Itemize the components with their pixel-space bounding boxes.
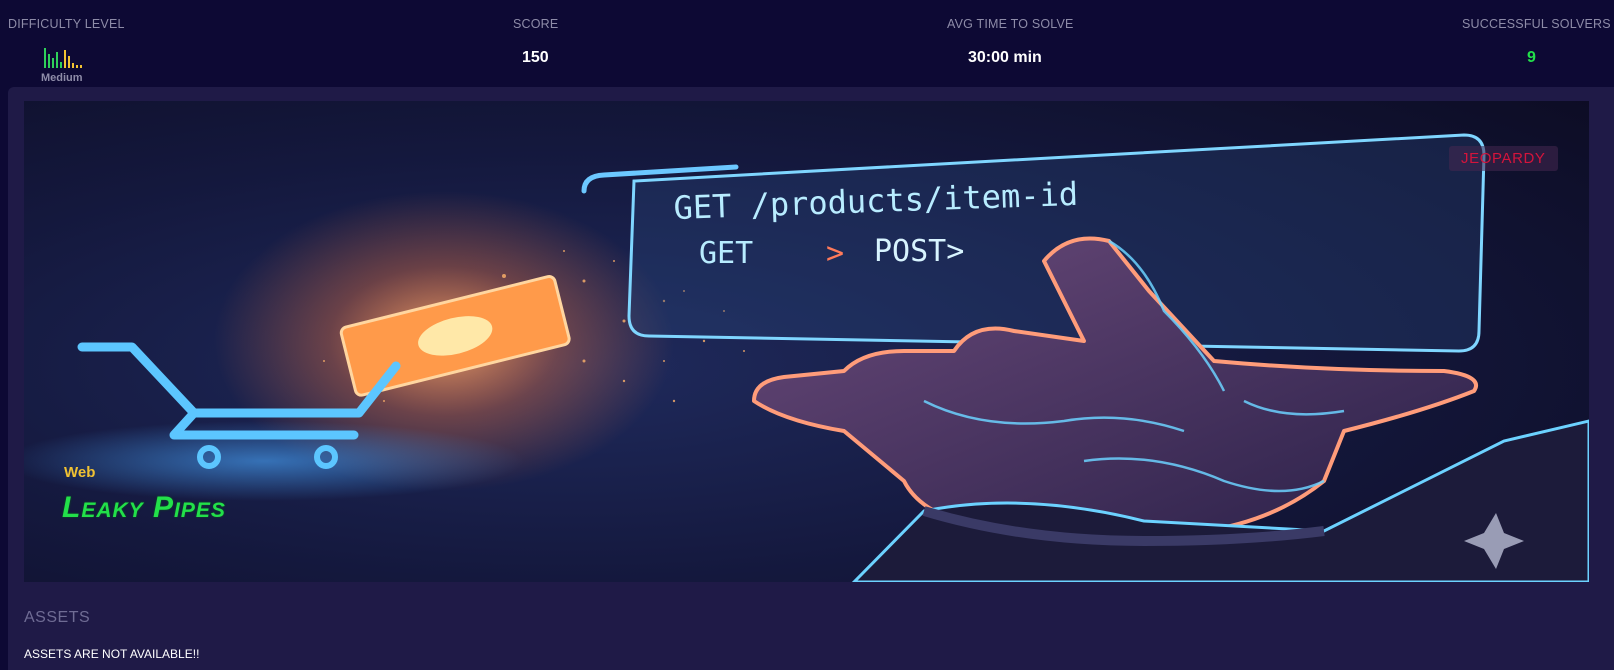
avg-time-value: 30:00 min bbox=[968, 49, 1042, 66]
screen-line-2-post: POST> bbox=[874, 234, 964, 269]
screen-line-2-arrow: > bbox=[826, 236, 844, 271]
jeopardy-badge: JEOPARDY bbox=[1449, 146, 1558, 171]
avg-time-label: AVG TIME TO SOLVE bbox=[947, 17, 1074, 31]
score-value: 150 bbox=[522, 49, 549, 66]
challenge-banner: GET /products/item-id GET > POST> JEOPAR… bbox=[24, 101, 1589, 582]
screen-line-2-get: GET bbox=[699, 236, 753, 271]
assets-heading: ASSETS bbox=[24, 609, 91, 626]
challenge-title: Leaky Pipes bbox=[62, 491, 226, 524]
assets-unavailable-message: ASSETS ARE NOT AVAILABLE!! bbox=[24, 647, 200, 661]
score-label: SCORE bbox=[513, 17, 559, 31]
banner-illustration: GET /products/item-id GET > POST> bbox=[24, 101, 1589, 582]
difficulty-label: DIFFICULTY LEVEL bbox=[8, 17, 125, 31]
challenge-stats-bar: DIFFICULTY LEVEL Medium SCORE 150 AVG TI… bbox=[0, 0, 1614, 88]
solvers-label: SUCCESSFUL SOLVERS bbox=[1462, 17, 1611, 31]
difficulty-value: Medium bbox=[41, 72, 83, 84]
challenge-category: Web bbox=[64, 464, 96, 481]
solvers-value: 9 bbox=[1527, 49, 1536, 66]
difficulty-bars-icon bbox=[44, 46, 86, 68]
